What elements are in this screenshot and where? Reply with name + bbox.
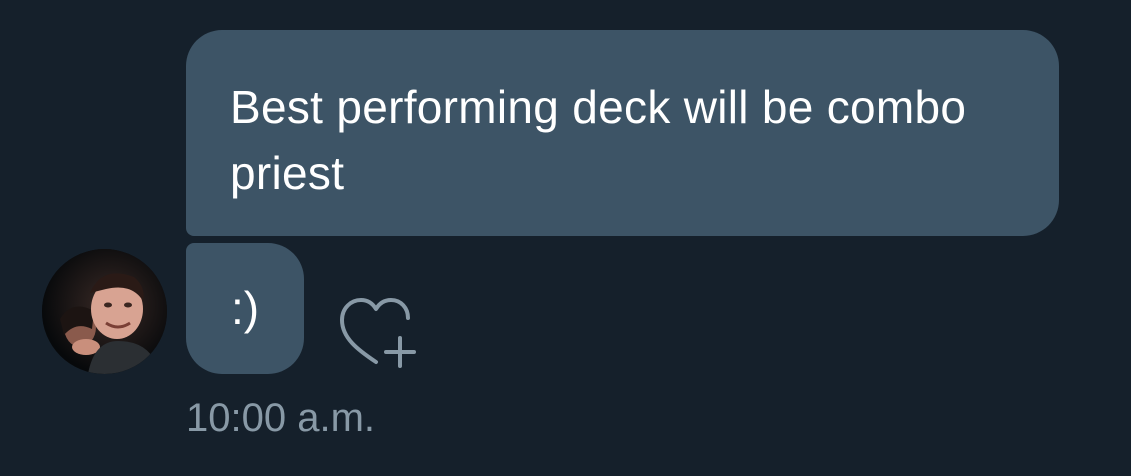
message-text: :) [230, 282, 260, 334]
heart-plus-icon [340, 298, 416, 368]
like-button[interactable] [336, 296, 420, 370]
dm-conversation: Best performing deck will be combo pries… [0, 0, 1131, 476]
message-timestamp: 10:00 a.m. [186, 396, 376, 440]
message-bubble[interactable]: Best performing deck will be combo pries… [186, 30, 1059, 236]
avatar[interactable] [42, 249, 167, 374]
message-text: Best performing deck will be combo pries… [230, 81, 967, 199]
profile-photo-icon [42, 249, 167, 374]
message-bubble[interactable]: :) [186, 243, 304, 374]
